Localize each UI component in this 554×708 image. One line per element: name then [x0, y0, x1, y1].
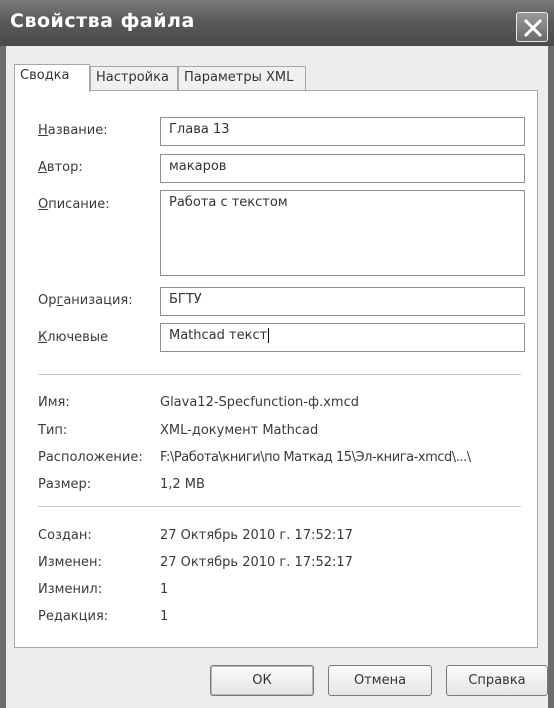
tab-settings[interactable]: Настройка [90, 66, 178, 90]
help-button[interactable]: Справка [446, 665, 548, 696]
info-value: XML-документ Mathcad [160, 423, 319, 438]
window-title: Свойства файла [10, 10, 195, 32]
description-label: Описание: [38, 197, 110, 212]
title-label: Название: [38, 123, 108, 138]
tab-summary[interactable]: Сводка [14, 64, 90, 92]
cancel-button[interactable]: Отмена [328, 665, 432, 696]
info-value: Glava12-Specfunction-ф.xmcd [160, 395, 359, 410]
info-value: F:\Работа\книги\по Маткад 15\Эл-книга-xm… [160, 450, 471, 465]
info-value: 27 Октябрь 2010 г. 17:52:17 [160, 528, 353, 543]
author-field[interactable]: макаров [160, 154, 525, 183]
close-icon [523, 18, 543, 38]
description-field[interactable]: Работа с текстом [160, 190, 525, 276]
tab-xml-params[interactable]: Параметры XML [178, 66, 306, 90]
info-label: Расположение: [38, 450, 143, 465]
info-label: Изменен: [38, 555, 102, 570]
organization-field[interactable]: БГТУ [160, 287, 525, 316]
info-label: Создан: [38, 528, 92, 543]
window-frame-left [0, 46, 6, 708]
keywords-value: Mathcad текст [169, 328, 268, 343]
info-label: Редакция: [38, 609, 109, 624]
file-properties-dialog: Свойства файла Сводка Настройка Параметр… [0, 0, 554, 708]
info-label: Тип: [38, 423, 68, 438]
info-value: 27 Октябрь 2010 г. 17:52:17 [160, 555, 353, 570]
organization-label: Организация: [38, 293, 133, 308]
info-label: Имя: [38, 395, 70, 410]
title-field[interactable]: Глава 13 [160, 117, 525, 146]
keywords-field[interactable]: Mathcad текст [160, 323, 525, 352]
author-label: Автор: [38, 160, 83, 175]
window-frame-right [548, 46, 554, 708]
close-button[interactable] [516, 12, 548, 42]
info-label: Размер: [38, 477, 92, 492]
separator [38, 506, 521, 507]
separator [38, 374, 521, 375]
info-value: 1,2 MB [160, 477, 205, 492]
info-value: 1 [160, 582, 169, 597]
info-label: Изменил: [38, 582, 103, 597]
ok-button[interactable]: ОК [210, 665, 314, 696]
info-value: 1 [160, 609, 169, 624]
text-caret [268, 328, 270, 343]
keywords-label: Ключевые [38, 330, 109, 345]
title-bar[interactable]: Свойства файла [0, 0, 554, 46]
